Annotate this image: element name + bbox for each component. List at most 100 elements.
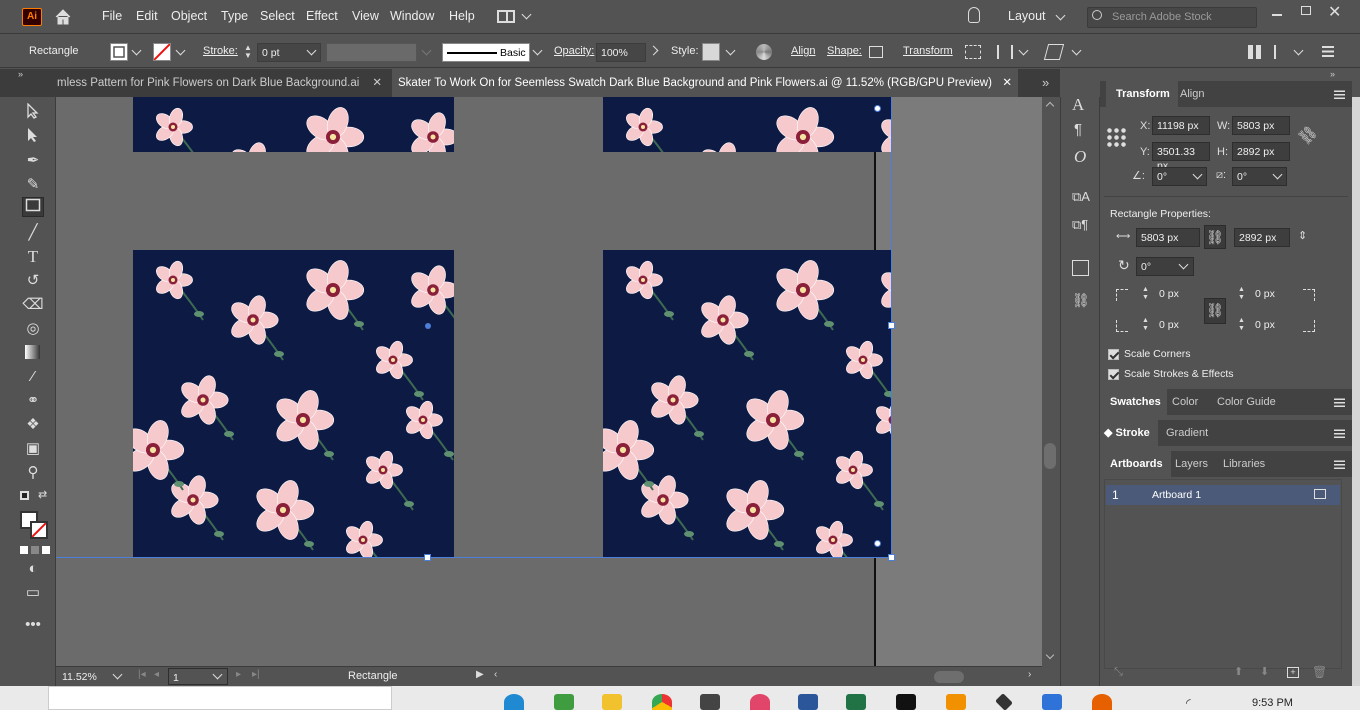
clock-time[interactable]: 9:53 PM: [1252, 697, 1293, 709]
arrange-icon[interactable]: [1248, 45, 1262, 59]
menu-effect[interactable]: Effect: [306, 9, 338, 23]
corner-stepper[interactable]: ▲ ▼: [1142, 286, 1149, 302]
menu-view[interactable]: View: [352, 9, 379, 23]
type-tool-icon[interactable]: T: [22, 247, 44, 267]
arrange-documents-icon[interactable]: [497, 10, 515, 23]
taskbar-search-box[interactable]: [48, 686, 392, 710]
menu-file[interactable]: File: [102, 9, 122, 23]
more-tools-icon[interactable]: •••: [22, 615, 44, 635]
tab-layers[interactable]: Layers: [1175, 451, 1208, 477]
menu-edit[interactable]: Edit: [136, 9, 158, 23]
swap-colors-icon[interactable]: ⇄: [38, 488, 47, 501]
tab-transform[interactable]: Transform: [1106, 81, 1178, 107]
warp-tool-icon[interactable]: ◎: [22, 319, 44, 339]
itunes-icon[interactable]: [750, 694, 770, 710]
pen-tool-icon[interactable]: ✒: [22, 151, 44, 171]
align-to-icon[interactable]: [965, 45, 981, 59]
corner-widget[interactable]: [874, 540, 881, 547]
rotate-tool-icon[interactable]: ↺: [22, 271, 44, 291]
zoom-tool-icon[interactable]: ⚲: [22, 463, 44, 483]
selection-tool-icon[interactable]: [22, 102, 44, 123]
selection-handle[interactable]: [424, 554, 431, 561]
menu-object[interactable]: Object: [171, 9, 207, 23]
rearrange-artboards-icon[interactable]: ⤡: [1114, 666, 1123, 679]
shape-icon[interactable]: [869, 46, 883, 58]
status-menu-arrow[interactable]: ▶: [476, 669, 484, 680]
first-artboard-icon[interactable]: |◂: [138, 669, 146, 680]
reference-point-icon[interactable]: [1106, 127, 1126, 147]
corner-radius-tr-field[interactable]: 0 px: [1251, 285, 1296, 304]
delete-artboard-icon[interactable]: 🗑: [1312, 665, 1327, 679]
home-icon[interactable]: [54, 8, 72, 26]
excel-icon[interactable]: [846, 694, 866, 710]
scale-strokes-checkbox[interactable]: [1108, 369, 1119, 380]
chevron-down-icon[interactable]: [1055, 10, 1066, 21]
chevron-down-icon[interactable]: [521, 9, 532, 20]
stroke-stepper[interactable]: ▲ ▼: [242, 44, 254, 60]
chevron-right-icon[interactable]: [648, 45, 659, 56]
w-field[interactable]: 5803 px: [1232, 116, 1290, 135]
y-field[interactable]: 3501.33 px: [1152, 142, 1210, 172]
corner-radius-tl-field[interactable]: 0 px: [1155, 285, 1200, 304]
panel-menu-icon[interactable]: [1334, 90, 1345, 99]
artboard-row[interactable]: 1 Artboard 1: [1106, 485, 1340, 505]
draw-mode-icon[interactable]: ◐: [22, 559, 44, 579]
link-corner-radius-icon[interactable]: ⛓: [1204, 298, 1226, 324]
close-tab-icon[interactable]: ✕: [372, 69, 382, 97]
scroll-right-arrow[interactable]: ›: [1028, 669, 1031, 680]
audible-icon[interactable]: [946, 694, 966, 710]
amazon-icon[interactable]: [896, 694, 916, 710]
corner-radius-bl-field[interactable]: 0 px: [1155, 316, 1200, 335]
panel-menu-icon[interactable]: [1334, 460, 1345, 469]
paragraph-panel-icon[interactable]: ¶: [1074, 121, 1082, 138]
wifi-icon[interactable]: ◜: [1186, 696, 1191, 710]
paintbrush-tool-icon[interactable]: ╱: [22, 223, 44, 243]
link-dimensions-icon[interactable]: ⛓: [1204, 225, 1226, 249]
opacity-label[interactable]: Opacity:: [554, 45, 594, 57]
brush-definition[interactable]: Basic: [442, 43, 530, 62]
transform-link[interactable]: Transform: [903, 45, 953, 57]
stock-search-input[interactable]: Search Adobe Stock: [1087, 7, 1257, 28]
collapse-dock-icon[interactable]: »: [1330, 69, 1335, 79]
panel-scrollbar[interactable]: [1352, 97, 1360, 686]
scroll-left-arrow[interactable]: ‹: [494, 669, 497, 680]
store-icon[interactable]: [700, 694, 720, 710]
blend-tool-icon[interactable]: ⚭: [22, 391, 44, 411]
direct-selection-tool-icon[interactable]: [22, 127, 44, 147]
edge-icon[interactable]: [504, 694, 524, 710]
workspace-switcher[interactable]: Layout: [1008, 9, 1046, 23]
scroll-down-arrow[interactable]: [1045, 650, 1055, 660]
tab-color-guide[interactable]: Color Guide: [1217, 389, 1276, 415]
links-panel-icon[interactable]: ⛓: [1072, 292, 1090, 309]
character-styles-icon[interactable]: ⧉A: [1072, 189, 1090, 205]
panels-icon[interactable]: [1274, 45, 1288, 59]
tab-gradient[interactable]: Gradient: [1166, 420, 1208, 446]
panel-menu-icon[interactable]: [1334, 398, 1345, 407]
screen-mode-icon[interactable]: ▭: [22, 583, 44, 603]
menu-type[interactable]: Type: [221, 9, 248, 23]
curvature-tool-icon[interactable]: ✎: [22, 175, 44, 195]
collapse-panel-icon[interactable]: »: [18, 69, 23, 79]
default-colors-icon[interactable]: [20, 491, 29, 500]
eraser-tool-icon[interactable]: ⌫: [22, 295, 44, 315]
constrain-proportions-icon[interactable]: ⛓: [1294, 122, 1320, 148]
canvas[interactable]: [56, 97, 1042, 666]
status-tool-name[interactable]: Rectangle: [348, 670, 398, 682]
h-field[interactable]: 2892 px: [1232, 142, 1290, 161]
maximize-button[interactable]: [1301, 6, 1311, 15]
selection-handle[interactable]: [888, 554, 895, 561]
recolor-artwork-icon[interactable]: [756, 44, 772, 60]
export-panel-icon[interactable]: [1072, 260, 1089, 276]
paragraph-styles-icon[interactable]: ⧉¶: [1072, 217, 1088, 233]
previous-artboard-icon[interactable]: ◂: [154, 669, 159, 680]
gradient-tool-icon[interactable]: [22, 343, 44, 363]
menu-help[interactable]: Help: [449, 9, 475, 23]
character-panel-icon[interactable]: A: [1072, 95, 1084, 115]
opacity-field[interactable]: 100%: [596, 43, 646, 62]
corner-stepper[interactable]: ▲ ▼: [1238, 317, 1245, 333]
tab-artboards[interactable]: Artboards: [1100, 451, 1171, 477]
graphic-style-swatch[interactable]: [702, 43, 720, 61]
tab-color[interactable]: Color: [1172, 389, 1198, 415]
isolate-icon[interactable]: [1043, 44, 1065, 60]
new-artboard-icon[interactable]: +: [1287, 667, 1299, 678]
